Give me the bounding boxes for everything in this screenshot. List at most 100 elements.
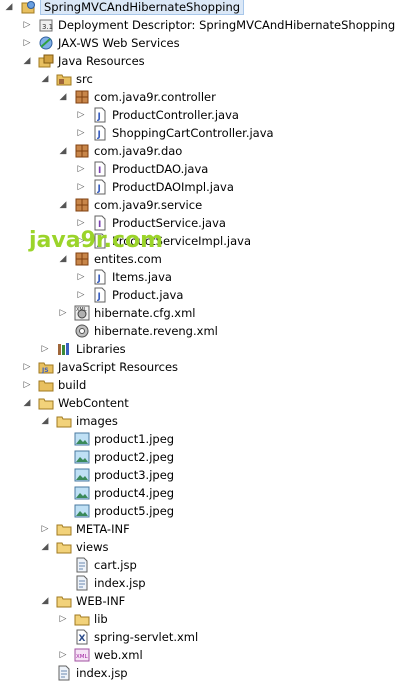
tree-item-package[interactable]: ◢ com.java9r.dao [58,142,183,160]
tree-item-jsp-file[interactable]: cart.jsp [58,556,137,574]
tree-item-webcontent[interactable]: ◢ WebContent [22,394,129,412]
jsp-file-icon [74,557,90,573]
tree-item-views[interactable]: ◢ views [40,538,109,556]
collapse-arrow-icon[interactable]: ◢ [22,397,32,409]
collapse-arrow-icon[interactable]: ◢ [22,55,32,67]
image-file-icon [74,467,90,483]
svg-text:I: I [98,166,101,176]
tree-item-label: SpringMVCAndHibernateShopping [40,0,245,15]
tree-item-label: web.xml [94,648,143,662]
tree-item-java-file[interactable]: ▷ J Items.java [76,268,172,286]
tree-item-java-file[interactable]: ▷ J ShoppingCartController.java [76,124,274,142]
tree-item-label: lib [94,612,108,626]
tree-item-image-file[interactable]: product5.jpeg [58,502,174,520]
svg-text:XML: XML [76,307,87,313]
tree-item-hibernate-reveng[interactable]: hibernate.reveng.xml [58,322,218,340]
tree-item-label: index.jsp [76,666,128,680]
collapse-arrow-icon[interactable]: ◢ [40,415,50,427]
tree-item-label: product5.jpeg [94,504,175,518]
tree-item-web-xml[interactable]: ▷ XML web.xml [58,646,143,664]
tree-item-label: Java Resources [58,54,145,68]
tree-item-jaxws[interactable]: ▷ JAX-WS Web Services [22,34,180,52]
tree-item-javascript-resources[interactable]: ▷ JS JavaScript Resources [22,358,179,376]
expand-arrow-icon[interactable]: ▷ [58,649,68,661]
collapse-arrow-icon[interactable]: ◢ [40,541,50,553]
jsp-file-icon [74,575,90,591]
tree-item-label: com.java9r.dao [94,144,183,158]
tree-item-image-file[interactable]: product3.jpeg [58,466,174,484]
tree-item-label: WEB-INF [76,594,126,608]
tree-item-label: product3.jpeg [94,468,175,482]
tree-item-label: src [76,72,93,86]
expand-arrow-icon[interactable]: ▷ [22,379,32,391]
tree-item-jsp-file[interactable]: index.jsp [58,574,146,592]
tree-item-deployment-descriptor[interactable]: ▷ 3.1 Deployment Descriptor: SpringMVCAn… [22,16,396,34]
expand-arrow-icon[interactable]: ▷ [58,613,68,625]
tree-item-libraries[interactable]: ▷ Libraries [40,340,126,358]
tree-item-meta-inf[interactable]: ▷ META-INF [40,520,130,538]
tree-item-lib[interactable]: ▷ lib [58,610,108,628]
java-resources-icon [38,53,54,69]
expand-arrow-icon[interactable]: ▷ [58,307,68,319]
expand-arrow-icon[interactable]: ▷ [40,343,50,355]
image-file-icon [74,503,90,519]
folder-icon [56,521,72,537]
tree-item-build[interactable]: ▷ build [22,376,87,394]
collapse-arrow-icon[interactable]: ◢ [40,595,50,607]
tree-item-java-file[interactable]: ▷ J Product.java [76,286,183,304]
expand-arrow-icon[interactable]: ▷ [76,289,86,301]
tree-item-java-file[interactable]: ▷ J ProductDAOImpl.java [76,178,234,196]
collapse-arrow-icon[interactable]: ◢ [40,73,50,85]
expand-arrow-icon[interactable]: ▷ [76,163,86,175]
tree-item-label: Libraries [76,342,126,356]
svg-text:XML: XML [76,654,89,660]
expand-arrow-icon[interactable]: ▷ [76,181,86,193]
collapse-arrow-icon[interactable]: ◢ [58,253,68,265]
collapse-arrow-icon[interactable]: ◢ [58,91,68,103]
image-file-icon [74,485,90,501]
tree-item-java-file[interactable]: ▷ J ProductController.java [76,106,239,124]
tree-item-label: Items.java [112,270,172,284]
collapse-arrow-icon[interactable]: ◢ [58,199,68,211]
expand-arrow-icon[interactable]: ▷ [22,37,32,49]
tree-item-label: index.jsp [94,576,146,590]
java-file-icon: J [92,269,108,285]
svg-text:JS: JS [41,367,49,374]
tree-item-jsp-file[interactable]: index.jsp [40,664,128,682]
expand-arrow-icon[interactable]: ▷ [40,523,50,535]
tree-item-package[interactable]: ◢ com.java9r.service [58,196,203,214]
source-folder-icon [56,71,72,87]
expand-arrow-icon[interactable]: ▷ [22,361,32,373]
collapse-arrow-icon[interactable]: ◢ [58,145,68,157]
svg-text:3.1: 3.1 [42,23,53,31]
tree-item-images-folder[interactable]: ◢ images [40,412,118,430]
tree-item-java-interface-file[interactable]: ▷ I ProductDAO.java [76,160,208,178]
java-interface-file-icon: I [92,161,108,177]
tree-item-label: images [76,414,118,428]
libraries-icon [56,341,72,357]
collapse-arrow-icon[interactable]: ◢ [4,1,14,13]
tree-item-label: product4.jpeg [94,486,175,500]
expand-arrow-icon[interactable]: ▷ [76,109,86,121]
tree-item-java-resources[interactable]: ◢ Java Resources [22,52,145,70]
svg-text:J: J [97,292,101,302]
javascript-resources-icon: JS [38,359,54,375]
tree-item-label: com.java9r.controller [94,90,216,104]
tree-item-package[interactable]: ◢ com.java9r.controller [58,88,216,106]
folder-icon [74,611,90,627]
package-icon [74,251,90,267]
expand-arrow-icon[interactable]: ▷ [76,127,86,139]
tree-item-image-file[interactable]: product4.jpeg [58,484,174,502]
tree-item-hibernate-cfg[interactable]: ▷ XML hibernate.cfg.xml [58,304,196,322]
expand-arrow-icon[interactable]: ▷ [76,271,86,283]
tree-item-label: hibernate.cfg.xml [94,306,196,320]
tree-item-image-file[interactable]: product2.jpeg [58,448,174,466]
xml-file-icon: X [74,629,90,645]
tree-item-src[interactable]: ◢ src [40,70,93,88]
tree-item-xml-file[interactable]: X spring-servlet.xml [58,628,198,646]
expand-arrow-icon[interactable]: ▷ [22,19,32,31]
tree-item-project-root[interactable]: ◢ SpringMVCAndHibernateShopping [4,0,245,16]
tree-item-image-file[interactable]: product1.jpeg [58,430,174,448]
folder-icon [56,413,72,429]
tree-item-web-inf[interactable]: ◢ WEB-INF [40,592,126,610]
